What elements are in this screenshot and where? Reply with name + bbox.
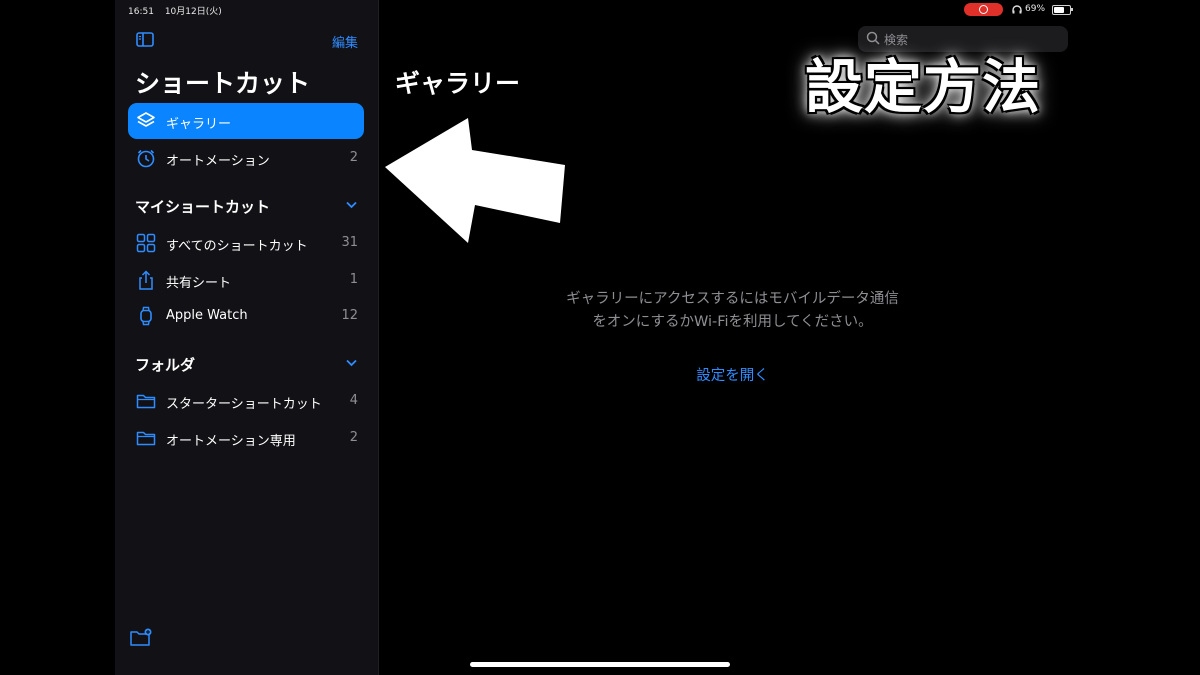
- message-line: をオンにするかWi-Fiを利用してください。: [592, 314, 873, 330]
- battery-percent: 69%: [1025, 4, 1046, 14]
- watch-icon: [140, 306, 152, 326]
- folder-icon: [136, 431, 156, 446]
- edit-button[interactable]: 編集: [332, 32, 358, 51]
- sidebar-item-count: 12: [341, 308, 358, 323]
- sidebar-item-count: 1: [349, 272, 358, 287]
- sidebar-item-label: すべてのショートカット: [166, 239, 308, 254]
- sidebar-item-label: Apple Watch: [166, 308, 248, 323]
- sidebar-item-count: 31: [341, 235, 358, 250]
- sidebar-item-all-shortcuts[interactable]: すべてのショートカット 31: [128, 225, 364, 261]
- home-indicator[interactable]: [470, 662, 730, 667]
- sidebar-item-apple-watch[interactable]: Apple Watch 12: [128, 298, 364, 334]
- share-icon: [139, 270, 153, 290]
- overlay-caption: 設定方法: [805, 53, 1042, 121]
- sidebar-item-count: 2: [349, 150, 358, 165]
- status-time: 16:51: [128, 7, 154, 17]
- status-bar-left: 16:51 10月12日(火): [128, 4, 230, 17]
- chevron-down-icon[interactable]: [345, 201, 358, 209]
- sidebar-item-folder-starter[interactable]: スターターショートカット 4: [128, 383, 364, 419]
- sidebar-title: ショートカット: [135, 69, 311, 98]
- automation-clock-icon: [137, 149, 155, 168]
- headphones-icon: [1012, 5, 1022, 14]
- folder-icon: [136, 394, 156, 409]
- sidebar-item-label: 共有シート: [166, 276, 232, 291]
- open-settings-link[interactable]: 設定を開く: [650, 364, 815, 385]
- section-heading-folders: フォルダ: [135, 356, 196, 374]
- sidebar-item-label: オートメーション専用: [166, 434, 296, 449]
- sidebar-item-folder-automation[interactable]: オートメーション専用 2: [128, 420, 364, 456]
- sidebar-toggle-icon[interactable]: [136, 32, 154, 47]
- sidebar-item-label: スターターショートカット: [166, 397, 322, 412]
- sidebar: [115, 0, 379, 675]
- gallery-layers-icon: [137, 112, 155, 127]
- message-line: ギャラリーにアクセスするにはモバイルデータ通信: [566, 291, 899, 307]
- sidebar-item-label: ギャラリー: [166, 117, 232, 132]
- pointer-arrow-icon: [385, 118, 565, 243]
- chevron-down-icon[interactable]: [345, 359, 358, 367]
- sidebar-item-count: 2: [349, 430, 358, 445]
- grid-icon: [136, 233, 156, 253]
- sidebar-item-label: オートメーション: [166, 154, 270, 169]
- battery-level: [1054, 7, 1064, 13]
- status-date: 10月12日(火): [164, 7, 222, 17]
- sidebar-item-gallery[interactable]: ギャラリー: [128, 103, 364, 139]
- new-folder-icon[interactable]: [130, 628, 152, 646]
- sidebar-item-share-sheet[interactable]: 共有シート 1: [128, 262, 364, 298]
- gallery-unavailable-message: ギャラリーにアクセスするにはモバイルデータ通信 をオンにするかWi-Fiを利用し…: [500, 288, 965, 334]
- page-title: ギャラリー: [395, 69, 521, 98]
- sidebar-item-automation[interactable]: オートメーション 2: [128, 140, 364, 176]
- record-icon: [979, 5, 988, 14]
- section-heading-my-shortcuts: マイショートカット: [135, 198, 271, 216]
- sidebar-item-count: 4: [349, 393, 358, 408]
- screen-recording-indicator[interactable]: [964, 3, 1003, 16]
- battery-tip: [1071, 8, 1073, 11]
